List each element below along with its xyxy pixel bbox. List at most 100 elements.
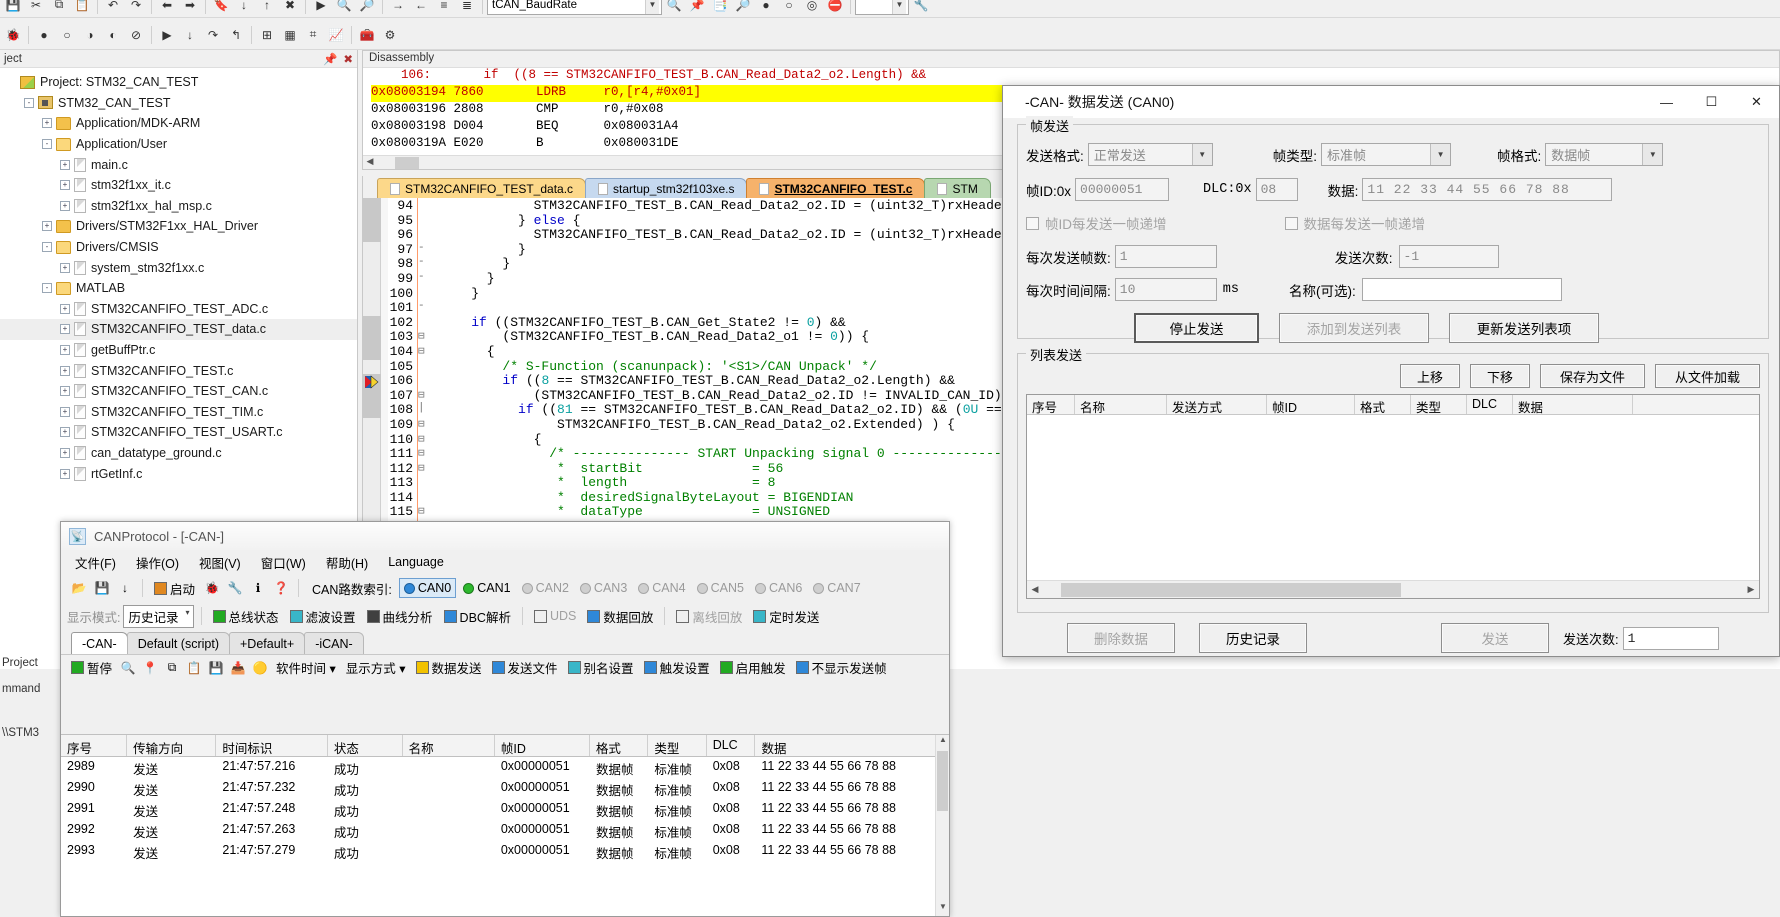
fold-marker[interactable] [418, 315, 434, 330]
toolbar3-send-file-icon-3[interactable]: 发送文件 [488, 656, 562, 679]
expander-icon[interactable]: - [42, 242, 52, 252]
data-input[interactable]: 11 22 33 44 55 66 78 88 [1362, 178, 1612, 201]
tree-item-4[interactable]: +main.c [0, 154, 357, 175]
editor-tab-2[interactable]: STM32CANFIFO_TEST.c [746, 178, 925, 198]
comment-icon[interactable]: ≡ [433, 0, 455, 16]
toolbar-curve-icon[interactable]: 曲线分析 [363, 605, 437, 628]
table-row[interactable]: 2992发送21:47:57.263成功0x00000051数据帧标准帧0x08… [61, 820, 949, 841]
scroll-left-icon[interactable]: ◀ [363, 156, 377, 170]
menu-item-3[interactable]: 窗口(W) [261, 553, 306, 572]
ide-extra-icon-1[interactable]: 📌 [686, 0, 708, 16]
list-col-5[interactable]: 类型 [1411, 395, 1467, 414]
channel-can7[interactable]: CAN7 [809, 579, 864, 597]
new-icon[interactable]: 📂 [69, 578, 89, 598]
chevron-down-icon[interactable]: ▼ [1430, 144, 1450, 165]
send-count-input[interactable]: -1 [1399, 245, 1499, 268]
fold-marker[interactable] [418, 227, 434, 242]
toolbar3-hide-tx-icon-7[interactable]: 不显示发送帧 [792, 656, 891, 679]
channel-can3[interactable]: CAN3 [576, 579, 631, 597]
tree-item-6[interactable]: +stm32f1xx_hal_msp.c [0, 196, 357, 217]
tree-item-16[interactable]: +STM32CANFIFO_TEST_TIM.c [0, 402, 357, 423]
save-icon[interactable]: 💾 [92, 578, 112, 598]
wrench-icon[interactable]: 🔧 [225, 578, 245, 598]
data-tab-2[interactable]: +Default+ [229, 632, 305, 654]
help-icon[interactable]: ❓ [271, 578, 291, 598]
run-icon[interactable]: ▶ [156, 24, 178, 46]
pin-icon[interactable]: 📌 [323, 52, 337, 66]
step-over-icon[interactable]: ↷ [202, 24, 224, 46]
fold-marker[interactable]: ⊟ [418, 461, 434, 476]
kill-breakpoints-icon[interactable]: ○ [56, 24, 78, 46]
disable-breakpoint-icon[interactable]: ◑ [79, 24, 101, 46]
toolbar-playback-icon[interactable]: 数据回放 [583, 605, 657, 628]
wrench-icon[interactable]: 🔧 [910, 0, 932, 16]
tree-item-11[interactable]: +STM32CANFIFO_TEST_ADC.c [0, 299, 357, 320]
toolbox-icon[interactable]: 🧰 [356, 24, 378, 46]
menu-item-2[interactable]: 视图(V) [199, 553, 241, 572]
grid-col-6[interactable]: 格式 [590, 735, 648, 756]
grid-col-2[interactable]: 时间标识 [216, 735, 327, 756]
debug-icon[interactable]: 🐞 [2, 24, 24, 46]
expander-icon[interactable]: + [60, 386, 70, 396]
list-send-table[interactable]: 序号名称发送方式帧ID格式类型DLC数据 [1027, 395, 1759, 576]
grid-body[interactable]: 2989发送21:47:57.216成功0x00000051数据帧标准帧0x08… [61, 757, 949, 862]
channel-can4[interactable]: CAN4 [634, 579, 689, 597]
ide-extra-icon-3[interactable]: 🔎 [732, 0, 754, 16]
table-row[interactable]: 2989发送21:47:57.216成功0x00000051数据帧标准帧0x08… [61, 757, 949, 778]
toolbar3-send-data-icon-2[interactable]: 数据发送 [412, 656, 486, 679]
update-list-item-button[interactable]: 更新发送列表项 [1449, 313, 1599, 343]
scroll-thumb[interactable] [395, 157, 419, 169]
tree-item-18[interactable]: +can_datatype_ground.c [0, 443, 357, 464]
insert-breakpoint-icon[interactable]: ● [33, 24, 55, 46]
grid-scroll-thumb[interactable] [937, 751, 948, 811]
list-col-4[interactable]: 格式 [1355, 395, 1411, 414]
tree-item-13[interactable]: +getBuffPtr.c [0, 340, 357, 361]
uncomment-icon[interactable]: ≣ [456, 0, 478, 16]
expander-icon[interactable]: + [60, 448, 70, 458]
settings-icon[interactable]: ⚙ [379, 24, 401, 46]
interval-input[interactable]: 10 [1115, 278, 1217, 301]
expander-icon[interactable]: + [60, 263, 70, 273]
list-col-2[interactable]: 发送方式 [1167, 395, 1267, 414]
fold-marker[interactable]: ⊟ [418, 446, 434, 461]
serial-window-icon[interactable]: ⌗ [302, 24, 324, 46]
memory-window-icon[interactable]: ⊞ [256, 24, 278, 46]
disable-all-icon[interactable]: ⊘ [125, 24, 147, 46]
nav-forward-icon[interactable]: ➡ [179, 0, 201, 16]
add-to-list-button[interactable]: 添加到发送列表 [1279, 313, 1429, 343]
expander-icon[interactable]: + [60, 407, 70, 417]
frame-id-input[interactable]: 00000051 [1075, 178, 1169, 201]
paste-icon[interactable]: 📋 [184, 658, 204, 678]
maximize-button[interactable]: ☐ [1689, 86, 1734, 118]
scroll-up-icon[interactable]: ▲ [936, 735, 950, 749]
grid-header-row[interactable]: 序号传输方向时间标识状态名称帧ID格式类型DLC数据 [61, 735, 949, 757]
grid-col-7[interactable]: 类型 [648, 735, 706, 756]
canprotocol-menubar[interactable]: 文件(F)操作(O)视图(V)窗口(W)帮助(H)Language [61, 550, 949, 574]
step-out-icon[interactable]: ↰ [225, 24, 247, 46]
fold-marker[interactable]: - [418, 256, 434, 271]
scroll-left-icon[interactable]: ◀ [1027, 584, 1043, 595]
expander-icon[interactable]: - [24, 98, 34, 108]
channel-can0[interactable]: CAN0 [399, 578, 456, 598]
tree-item-2[interactable]: +Application/MDK-ARM [0, 113, 357, 134]
tree-item-5[interactable]: +stm32f1xx_it.c [0, 175, 357, 196]
down-arrow-icon[interactable]: ↓ [115, 578, 135, 598]
toolbar-filter-icon[interactable]: 滤波设置 [286, 605, 360, 628]
data-tab-1[interactable]: Default (script) [127, 632, 230, 654]
tree-item-1[interactable]: -STM32_CAN_TEST [0, 93, 357, 114]
save-icon[interactable]: 💾 [2, 0, 24, 16]
list-col-1[interactable]: 名称 [1075, 395, 1167, 414]
ide-extra-icon-4[interactable]: ● [755, 0, 777, 16]
fold-marker[interactable]: ⊟ [418, 329, 434, 344]
fold-marker[interactable] [418, 475, 434, 490]
bookmark-clear-icon[interactable]: ✖ [279, 0, 301, 16]
copy-icon[interactable]: ⧉ [162, 658, 182, 678]
delete-data-button[interactable]: 删除数据 [1067, 623, 1175, 653]
paste-icon[interactable]: 📋 [71, 0, 93, 16]
menu-item-4[interactable]: 帮助(H) [326, 553, 368, 572]
expander-icon[interactable]: + [60, 427, 70, 437]
scroll-down-icon[interactable]: ▼ [936, 902, 950, 916]
list-button-3[interactable]: 从文件加载 [1655, 364, 1760, 388]
enable-breakpoint-icon[interactable]: ◐ [102, 24, 124, 46]
channel-can6[interactable]: CAN6 [751, 579, 806, 597]
